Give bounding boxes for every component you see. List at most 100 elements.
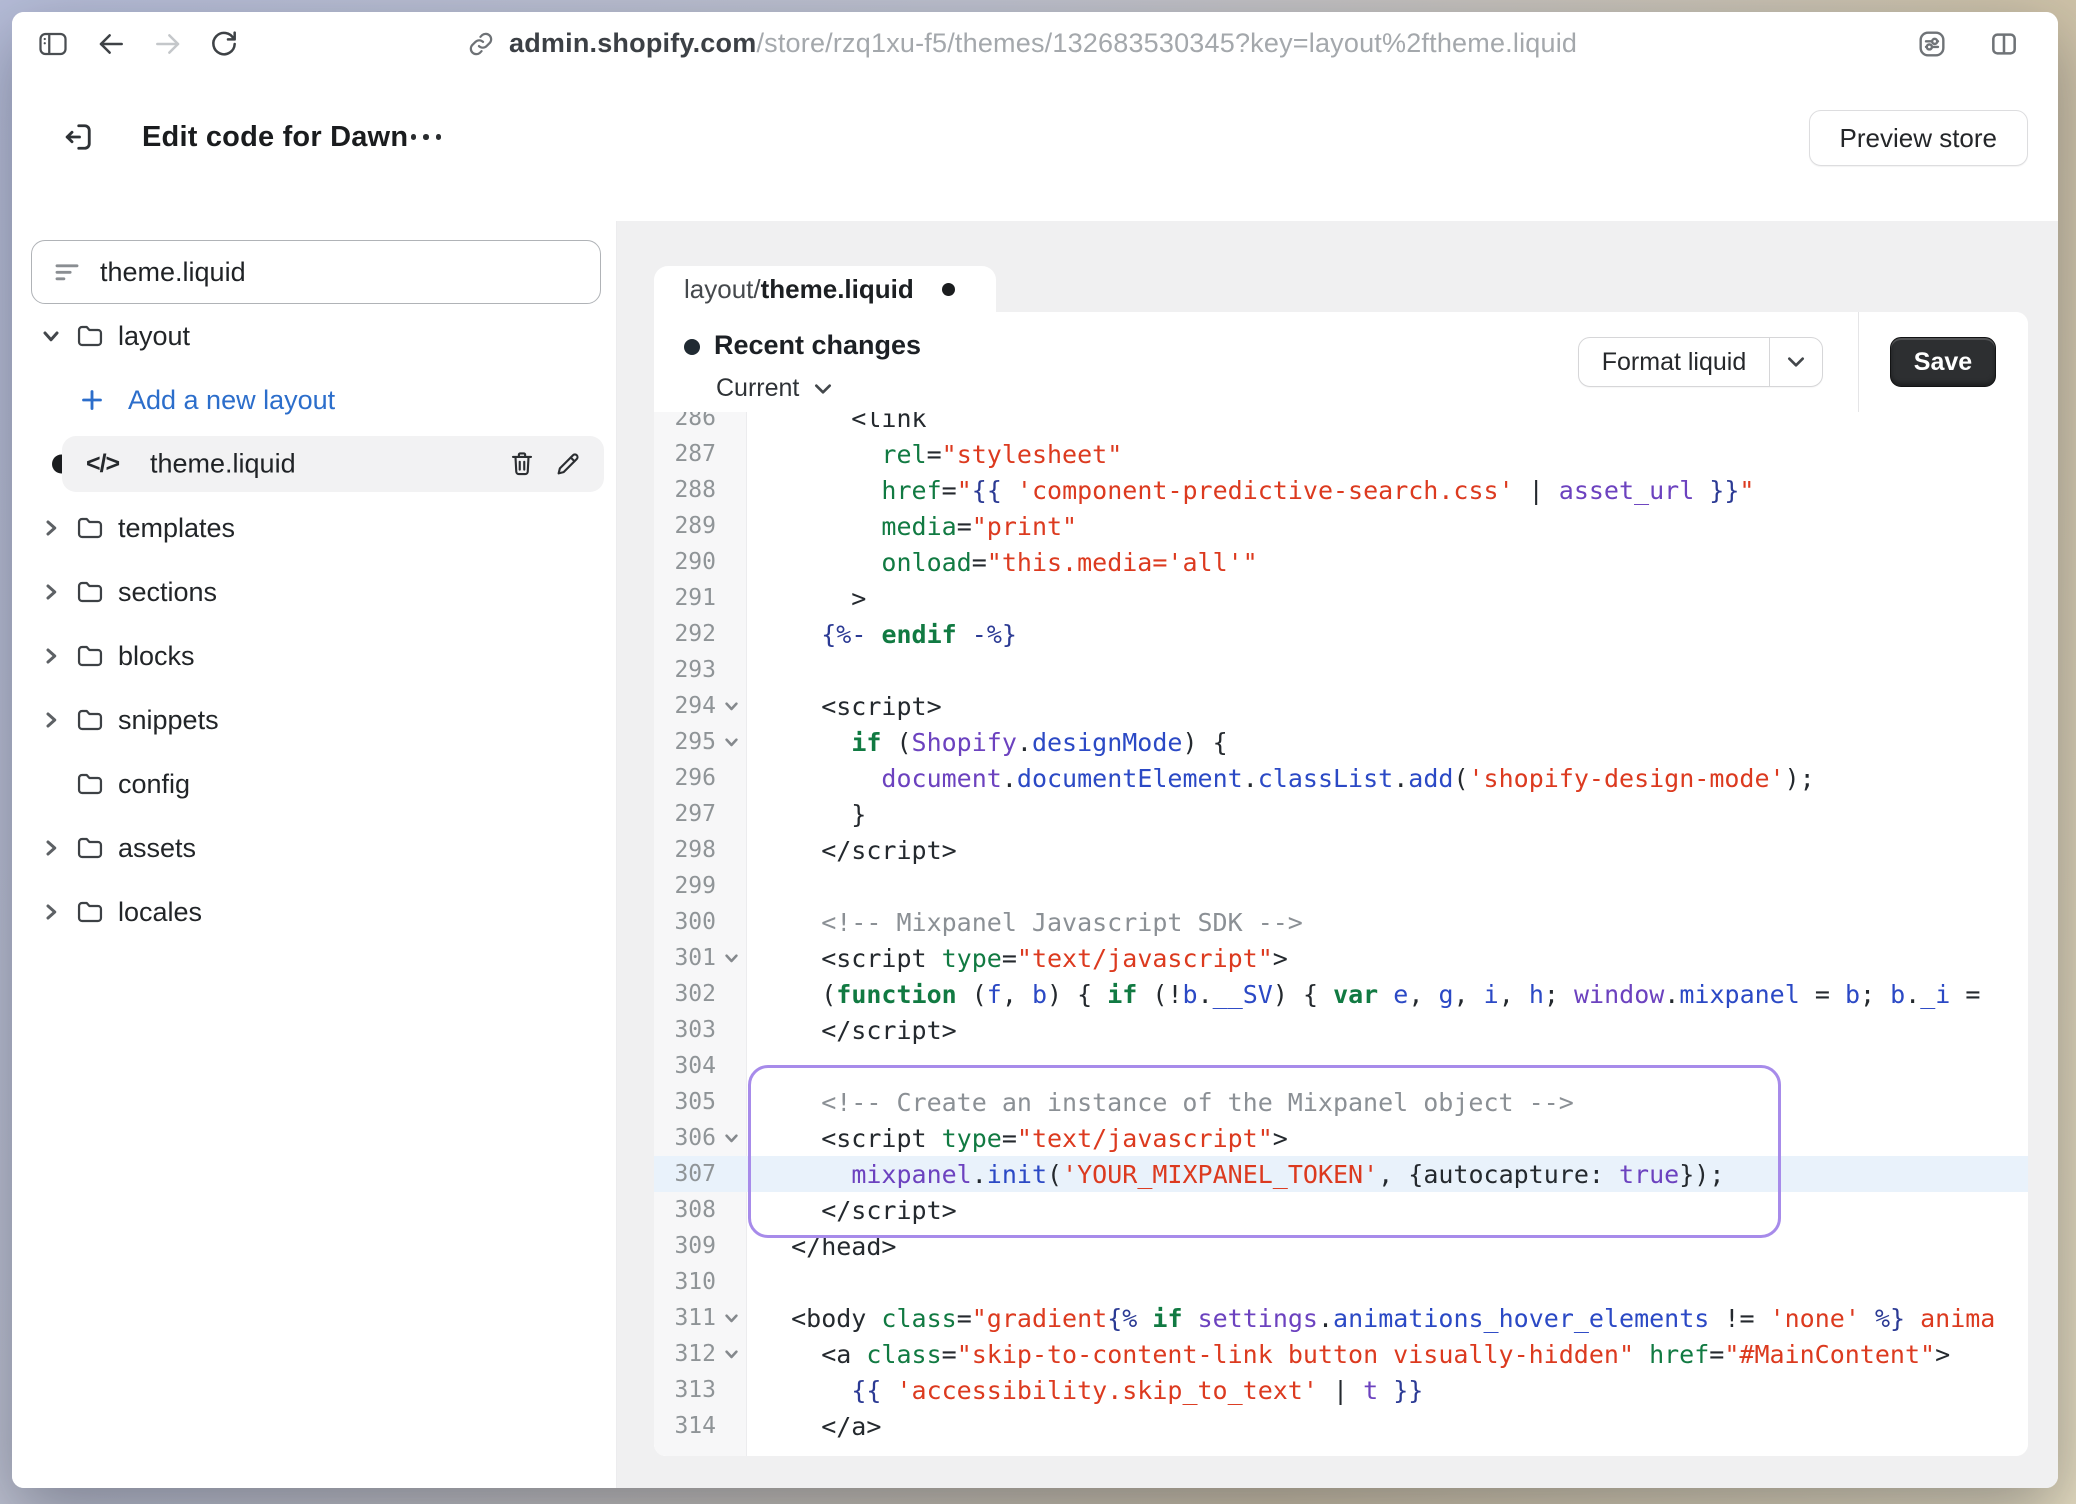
selected-file-row[interactable]: </>theme.liquid [62, 436, 604, 492]
sidebar-item-templates[interactable]: templates [12, 496, 616, 560]
code-line[interactable]: 295 if (Shopify.designMode) { [654, 724, 2028, 760]
code-line-text: {{ 'accessibility.skip_to_text' | t }} [761, 1372, 1423, 1408]
code-line[interactable]: 291 > [654, 580, 2028, 616]
sidebar-item-config[interactable]: config [12, 752, 616, 816]
code-line[interactable]: 286 <link [654, 412, 2028, 436]
code-line[interactable]: 310 [654, 1264, 2028, 1300]
save-button[interactable]: Save [1890, 337, 1996, 387]
code-line[interactable]: 306 <script type="text/javascript"> [654, 1120, 2028, 1156]
code-line[interactable]: 305 <!-- Create an instance of the Mixpa… [654, 1084, 2028, 1120]
sidebar-item-layout[interactable]: layout [12, 304, 616, 368]
code-line[interactable]: 294 <script> [654, 688, 2028, 724]
chevron-right-icon[interactable] [40, 711, 62, 729]
sidebar-toggle-icon[interactable] [38, 29, 68, 59]
line-number: 290 [654, 544, 716, 580]
link-icon [467, 30, 495, 58]
line-number: 309 [654, 1228, 716, 1264]
code-line-text: <!-- Create an instance of the Mixpanel … [761, 1084, 1574, 1120]
reload-icon[interactable] [208, 28, 240, 60]
code-line-text: <a class="skip-to-content-link button vi… [761, 1336, 1950, 1372]
tab-theme-liquid[interactable]: layout/theme.liquid [654, 266, 996, 312]
code-line[interactable]: 296 document.documentElement.classList.a… [654, 760, 2028, 796]
chevron-right-icon[interactable] [40, 519, 62, 537]
chevron-right-icon[interactable] [40, 583, 62, 601]
chevron-right-icon[interactable] [40, 647, 62, 665]
overflow-menu-icon[interactable] [398, 111, 454, 163]
sidebar-item-blocks[interactable]: blocks [12, 624, 616, 688]
code-line[interactable]: 299 [654, 868, 2028, 904]
line-number: 308 [654, 1192, 716, 1228]
code-line-text: </script> [761, 1012, 957, 1048]
folder-icon [74, 577, 106, 607]
toggles-icon[interactable] [1916, 28, 1948, 60]
pencil-icon[interactable] [548, 444, 588, 484]
code-line[interactable]: 308 </script> [654, 1192, 2028, 1228]
code-file-icon: </> [86, 450, 119, 479]
back-icon[interactable] [95, 28, 127, 60]
chevron-right-icon[interactable] [40, 903, 62, 921]
format-liquid-button[interactable]: Format liquid [1578, 337, 1823, 387]
code-line-text: <script type="text/javascript"> [761, 1120, 1288, 1156]
preview-store-button[interactable]: Preview store [1809, 110, 2029, 166]
plus-icon [78, 387, 106, 413]
code-line[interactable]: 314 </a> [654, 1408, 2028, 1444]
fold-chevron-icon[interactable] [717, 1336, 745, 1372]
code-line[interactable]: 301 <script type="text/javascript"> [654, 940, 2028, 976]
code-line[interactable]: 311 <body class="gradient{% if settings.… [654, 1300, 2028, 1336]
code-line-text: document.documentElement.classList.add('… [761, 760, 1815, 796]
code-line[interactable]: 312 <a class="skip-to-content-link butto… [654, 1336, 2028, 1372]
code-line[interactable]: 297 } [654, 796, 2028, 832]
split-view-icon[interactable] [1988, 28, 2020, 60]
sidebar-item-locales[interactable]: locales [12, 880, 616, 944]
code-line[interactable]: 298 </script> [654, 832, 2028, 868]
line-number: 300 [654, 904, 716, 940]
sidebar-item-add-a-new-layout[interactable]: Add a new layout [12, 368, 616, 432]
line-number: 304 [654, 1048, 716, 1084]
code-line[interactable]: 287 rel="stylesheet" [654, 436, 2028, 472]
action-label: Add a new layout [128, 385, 335, 416]
sidebar-item-snippets[interactable]: snippets [12, 688, 616, 752]
code-line-text: </script> [761, 832, 957, 868]
trash-icon[interactable] [502, 444, 542, 484]
line-number: 286 [654, 412, 716, 436]
sidebar-item-assets[interactable]: assets [12, 816, 616, 880]
fold-chevron-icon[interactable] [717, 1300, 745, 1336]
version-selector[interactable]: Current [716, 374, 833, 403]
chevron-right-icon[interactable] [40, 839, 62, 857]
code-line[interactable]: 303 </script> [654, 1012, 2028, 1048]
tab-path-prefix: layout/ [684, 274, 761, 305]
code-line[interactable]: 302 (function (f, b) { if (!b.__SV) { va… [654, 976, 2028, 1012]
folder-label: locales [118, 897, 202, 928]
code-line-text: > [761, 580, 866, 616]
format-liquid-label: Format liquid [1579, 338, 1769, 386]
folder-icon [74, 641, 106, 671]
forward-icon[interactable] [152, 28, 184, 60]
sidebar-item-sections[interactable]: sections [12, 560, 616, 624]
browser-window: admin.shopify.com/store/rzq1xu-f5/themes… [12, 12, 2058, 1488]
line-number: 292 [654, 616, 716, 652]
code-line[interactable]: 304 [654, 1048, 2028, 1084]
format-options-toggle[interactable] [1769, 338, 1822, 386]
code-line[interactable]: 309 </head> [654, 1228, 2028, 1264]
fold-chevron-icon[interactable] [717, 688, 745, 724]
code-editor[interactable]: 286 <link287 rel="stylesheet"288 href="{… [654, 412, 2028, 1456]
address-bar[interactable]: admin.shopify.com/store/rzq1xu-f5/themes… [509, 28, 1577, 59]
exit-icon[interactable] [52, 111, 104, 163]
code-line[interactable]: 293 [654, 652, 2028, 688]
code-line[interactable]: 307 mixpanel.init('YOUR_MIXPANEL_TOKEN',… [654, 1156, 2028, 1192]
fold-chevron-icon[interactable] [717, 1120, 745, 1156]
chevron-down-icon[interactable] [40, 327, 62, 345]
fold-chevron-icon[interactable] [717, 724, 745, 760]
code-line[interactable]: 289 media="print" [654, 508, 2028, 544]
code-line[interactable]: 292 {%- endif -%} [654, 616, 2028, 652]
sidebar-item-theme-liquid[interactable]: </>theme.liquid [12, 432, 616, 496]
code-line[interactable]: 290 onload="this.media='all'" [654, 544, 2028, 580]
fold-chevron-icon[interactable] [717, 940, 745, 976]
code-line[interactable]: 288 href="{{ 'component-predictive-searc… [654, 472, 2028, 508]
editor-main: layout/theme.liquid Recent changes Curre… [617, 221, 2058, 1488]
folder-label: templates [118, 513, 235, 544]
code-line[interactable]: 313 {{ 'accessibility.skip_to_text' | t … [654, 1372, 2028, 1408]
code-line[interactable]: 300 <!-- Mixpanel Javascript SDK --> [654, 904, 2028, 940]
file-filter-input[interactable]: theme.liquid [31, 240, 601, 304]
code-line-text: </a> [761, 1408, 881, 1444]
